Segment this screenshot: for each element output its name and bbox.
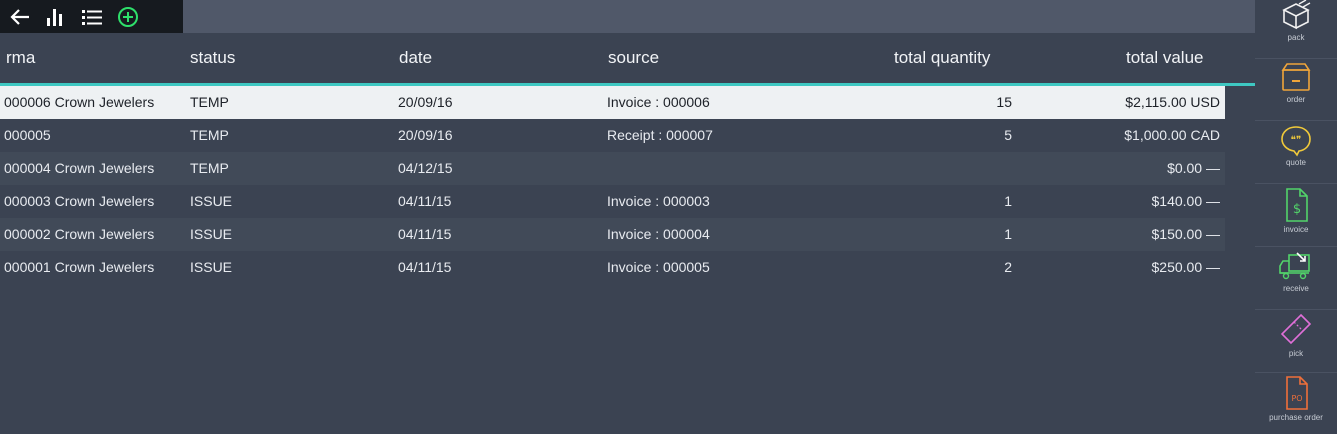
cell-status: TEMP	[190, 94, 229, 110]
sidebar-label-order: order	[1286, 95, 1306, 104]
sidebar-label-receive: receive	[1283, 284, 1309, 293]
sidebar-item-quote[interactable]: ❝❞ quote	[1255, 121, 1337, 184]
svg-text:$: $	[1293, 202, 1301, 217]
header-date[interactable]: date	[399, 48, 432, 68]
cell-source: Receipt : 000007	[607, 127, 713, 143]
sidebar-item-pack[interactable]: pack	[1255, 0, 1337, 59]
top-toolbar	[0, 0, 183, 33]
box-icon	[1282, 0, 1311, 30]
header-total-quantity[interactable]: total quantity	[894, 48, 990, 68]
cell-date: 04/12/15	[398, 160, 453, 176]
sidebar-item-pick[interactable]: pick	[1255, 310, 1337, 373]
cell-rma: 000002 Crown Jewelers	[4, 226, 155, 242]
cell-rma: 000003 Crown Jewelers	[4, 193, 155, 209]
cell-quantity: 2	[1004, 259, 1012, 275]
action-sidebar: pack order ❝❞ quote $ invoice receive pi…	[1255, 0, 1337, 431]
sidebar-label-purchase-order: purchase order	[1269, 413, 1323, 422]
add-circle-icon	[118, 6, 138, 27]
quote-bubble-icon: ❝❞	[1281, 126, 1311, 157]
bar-chart-icon	[47, 8, 62, 26]
cell-status: ISSUE	[190, 259, 233, 275]
table-row[interactable]: 000003 Crown Jewelers ISSUE 04/11/15 Inv…	[0, 185, 1225, 218]
cell-value: $150.00 —	[1151, 226, 1221, 242]
cell-rma: 000001 Crown Jewelers	[4, 259, 155, 275]
sidebar-label-pick: pick	[1288, 349, 1304, 358]
cell-date: 20/09/16	[398, 94, 453, 110]
sidebar-label-pack: pack	[1287, 33, 1305, 42]
cell-status: TEMP	[190, 127, 229, 143]
list-icon	[82, 9, 102, 25]
list-button[interactable]	[74, 0, 110, 33]
cell-status: ISSUE	[190, 226, 233, 242]
table-row[interactable]: 000005 TEMP 20/09/16 Receipt : 000007 5 …	[0, 119, 1225, 152]
cell-value: $0.00 —	[1167, 160, 1220, 176]
back-button[interactable]	[2, 0, 38, 33]
cell-quantity: 15	[996, 94, 1012, 110]
sidebar-label-invoice: invoice	[1283, 225, 1309, 234]
sidebar-item-receive[interactable]: receive	[1255, 247, 1337, 310]
cell-quantity: 5	[1004, 127, 1012, 143]
sidebar-item-purchase-order[interactable]: PO purchase order	[1255, 372, 1337, 434]
cell-date: 04/11/15	[398, 259, 452, 275]
cell-quantity: 1	[1004, 193, 1012, 209]
cell-quantity: 1	[1004, 226, 1012, 242]
invoice-dollar-icon: $	[1286, 188, 1308, 222]
cell-rma: 000004 Crown Jewelers	[4, 160, 155, 176]
cell-date: 04/11/15	[398, 226, 452, 242]
cell-value: $140.00 —	[1151, 193, 1221, 209]
truck-icon	[1279, 252, 1310, 280]
svg-text:PO: PO	[1291, 394, 1302, 403]
chart-button[interactable]	[38, 0, 74, 33]
rma-table: rma status date source total quantity to…	[0, 33, 1255, 431]
sidebar-item-invoice[interactable]: $ invoice	[1255, 184, 1337, 247]
cell-value: $1,000.00 CAD	[1124, 127, 1220, 143]
cell-source: Invoice : 000003	[607, 193, 710, 209]
table-row[interactable]: 000002 Crown Jewelers ISSUE 04/11/15 Inv…	[0, 218, 1225, 251]
cell-source: Invoice : 000005	[607, 259, 710, 275]
table-header: rma status date source total quantity to…	[0, 33, 1255, 86]
cell-status: TEMP	[190, 160, 229, 176]
cell-status: ISSUE	[190, 193, 233, 209]
ticket-icon	[1280, 313, 1312, 345]
table-row[interactable]: 000006 Crown Jewelers TEMP 20/09/16 Invo…	[0, 86, 1225, 119]
table-body: 000006 Crown Jewelers TEMP 20/09/16 Invo…	[0, 86, 1225, 284]
top-strip	[183, 0, 1255, 33]
sidebar-label-quote: quote	[1285, 158, 1307, 167]
header-status[interactable]: status	[190, 48, 235, 68]
header-source[interactable]: source	[608, 48, 659, 68]
svg-text:❝❞: ❝❞	[1291, 135, 1302, 146]
cell-source: Invoice : 000006	[607, 94, 710, 110]
back-arrow-icon	[10, 8, 29, 25]
cell-date: 20/09/16	[398, 127, 453, 143]
add-button[interactable]	[110, 0, 146, 33]
order-box-icon	[1281, 63, 1311, 91]
cell-date: 04/11/15	[398, 193, 452, 209]
sidebar-item-order[interactable]: order	[1255, 58, 1337, 121]
cell-value: $250.00 —	[1151, 259, 1221, 275]
table-row[interactable]: 000004 Crown Jewelers TEMP 04/12/15 $0.0…	[0, 152, 1225, 185]
cell-source: Invoice : 000004	[607, 226, 710, 242]
header-total-value[interactable]: total value	[1126, 48, 1204, 68]
header-rma[interactable]: rma	[6, 48, 35, 68]
po-document-icon: PO	[1286, 376, 1308, 410]
table-row[interactable]: 000001 Crown Jewelers ISSUE 04/11/15 Inv…	[0, 251, 1225, 284]
cell-value: $2,115.00 USD	[1125, 94, 1220, 110]
cell-rma: 000005	[4, 127, 51, 143]
cell-rma: 000006 Crown Jewelers	[4, 94, 155, 110]
